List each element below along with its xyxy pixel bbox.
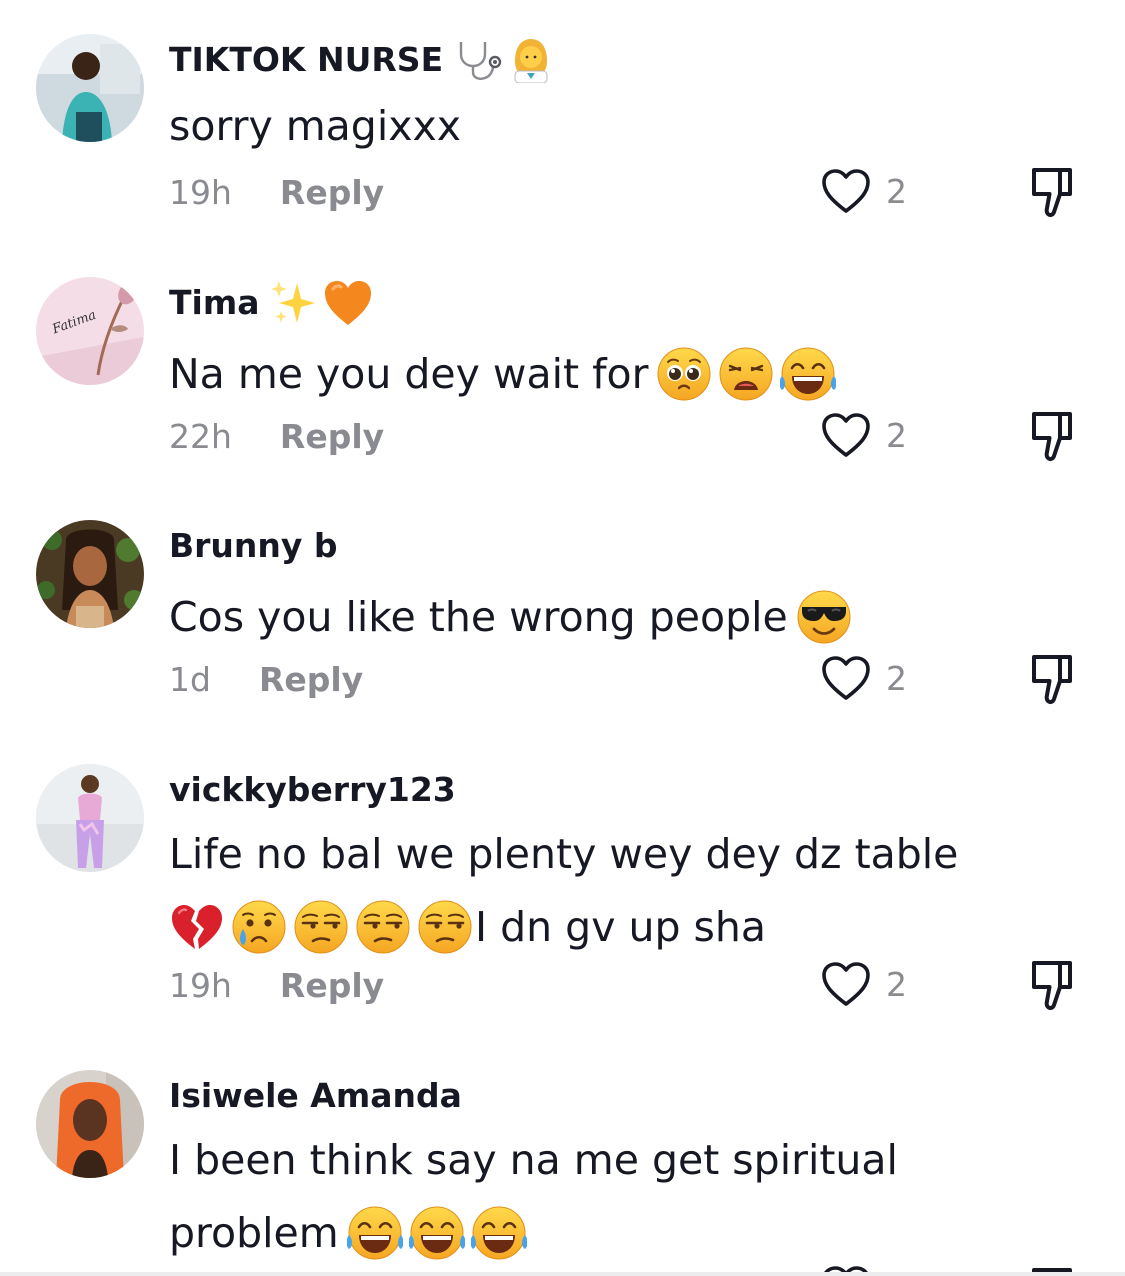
reply-button[interactable]: Reply: [280, 966, 384, 1005]
divider: [0, 1272, 1125, 1276]
heart-icon: [820, 167, 872, 215]
comment-time: 22h: [169, 416, 232, 456]
sunglasses-face-emoji: [796, 589, 852, 645]
username[interactable]: Isiwele Amanda: [169, 1076, 462, 1116]
avatar[interactable]: [36, 1070, 144, 1178]
thumbs-down-icon: [1022, 957, 1082, 1013]
tears-of-joy-emoji: [780, 346, 837, 402]
comment-time: 1d: [169, 659, 211, 699]
thumbs-down-icon: [1022, 164, 1082, 220]
username[interactable]: vickkyberry123: [169, 770, 456, 810]
like-count: 2: [886, 171, 907, 211]
username[interactable]: Brunny b: [169, 526, 338, 566]
heart-icon: [820, 411, 872, 459]
dislike-button[interactable]: [1022, 408, 1082, 464]
reply-button[interactable]: Reply: [280, 173, 384, 212]
unamused-face-emoji: [417, 899, 473, 955]
like-count: 2: [886, 658, 907, 698]
avatar[interactable]: Fatima: [36, 277, 144, 385]
comment-text: Cos you like the wrong people: [169, 593, 788, 641]
heart-icon: [820, 960, 872, 1008]
stethoscope-icon: [459, 42, 502, 80]
pleading-face-emoji: [656, 346, 712, 402]
reply-button[interactable]: Reply: [280, 417, 384, 456]
tears-of-joy-emoji: [470, 1205, 527, 1261]
avatar[interactable]: [36, 520, 144, 628]
tears-of-joy-emoji: [408, 1205, 465, 1261]
like-button[interactable]: 2: [820, 653, 907, 703]
comment-time: 19h: [169, 965, 232, 1005]
unamused-face-emoji: [293, 899, 349, 955]
like-button[interactable]: 2: [820, 959, 907, 1009]
like-button[interactable]: 2: [820, 166, 907, 216]
comment-text-line1: I been think say na me get spiritual: [169, 1136, 898, 1184]
orange-heart-emoji: [325, 281, 372, 325]
dislike-button[interactable]: [1022, 957, 1082, 1013]
avatar[interactable]: [36, 764, 144, 872]
tears-of-joy-emoji: [346, 1205, 403, 1261]
avatar[interactable]: [36, 34, 144, 142]
heart-icon: [820, 654, 872, 702]
comment-text: Na me you dey wait for: [169, 350, 649, 398]
woman-health-worker-emoji: [514, 39, 548, 83]
dislike-button[interactable]: [1022, 651, 1082, 707]
thumbs-down-icon: [1022, 651, 1082, 707]
username[interactable]: TIKTOK NURSE: [169, 40, 443, 80]
unamused-face-emoji: [355, 899, 411, 955]
dislike-button[interactable]: [1022, 164, 1082, 220]
like-count: 2: [886, 964, 907, 1004]
like-count: 2: [886, 415, 907, 455]
weary-face-emoji: [718, 346, 774, 402]
sparkles-emoji: [271, 281, 316, 323]
comment-text-line1: Life no bal we plenty wey dey dz table: [169, 830, 959, 878]
broken-heart-emoji: [172, 905, 222, 949]
thumbs-down-icon: [1022, 408, 1082, 464]
comment-text-line2: problem: [169, 1209, 339, 1257]
crying-face-emoji: [231, 899, 287, 955]
username[interactable]: Tima: [169, 283, 259, 323]
comment-time: 19h: [169, 172, 232, 212]
comment-text-line2: I dn gv up sha: [475, 903, 767, 951]
reply-button[interactable]: Reply: [259, 660, 363, 699]
like-button[interactable]: 2: [820, 410, 907, 460]
comment-text: sorry magixxx: [169, 102, 462, 150]
